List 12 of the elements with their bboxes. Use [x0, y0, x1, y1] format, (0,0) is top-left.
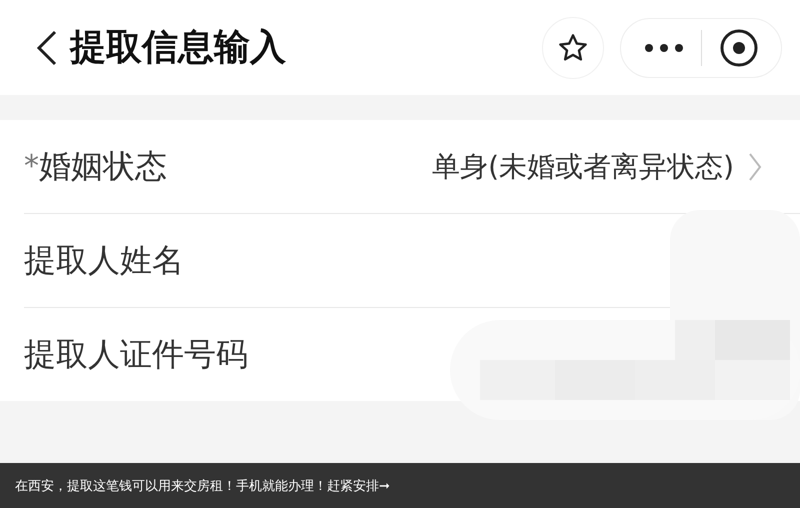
field-label: 提取人姓名	[24, 240, 184, 280]
back-icon[interactable]	[36, 30, 58, 66]
close-target-icon[interactable]	[718, 28, 758, 68]
field-label: 提取人证件号码	[24, 334, 248, 374]
caption-text: 在西安，提取这笔钱可以用来交房租！手机就能办理！赶紧安排➞	[15, 478, 390, 494]
required-mark: *	[24, 149, 39, 184]
page-title: 提取信息输入	[70, 26, 286, 70]
chevron-right-icon	[748, 152, 762, 182]
field-label: 婚姻状态	[39, 146, 167, 186]
select-value: 单身(未婚或者离异状态)	[432, 148, 734, 184]
star-icon	[557, 32, 589, 64]
more-icon[interactable]	[644, 42, 684, 52]
